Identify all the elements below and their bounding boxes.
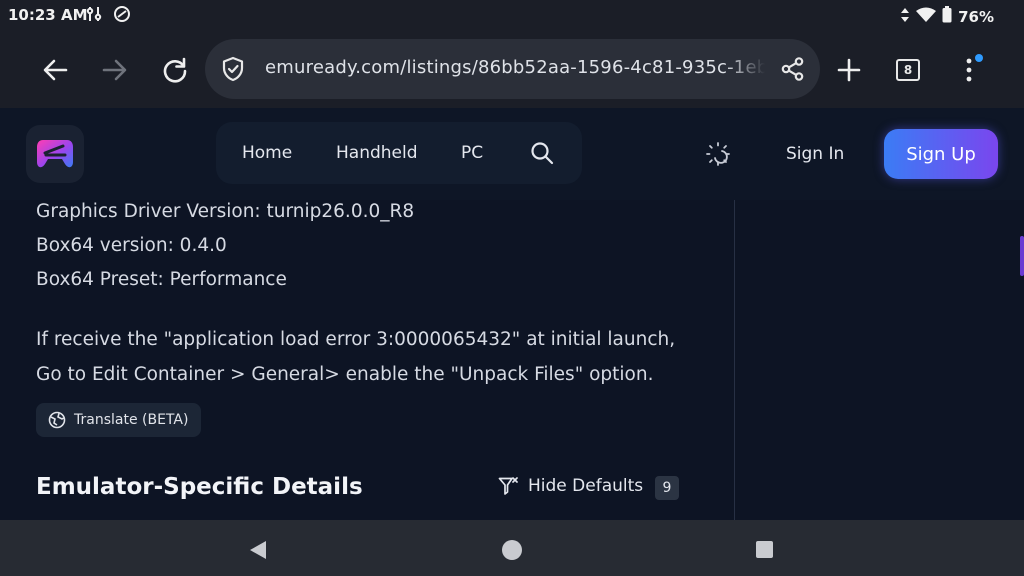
detail-box64-preset: Box64 Preset: Performance <box>36 269 287 290</box>
filter-off-icon <box>498 477 518 495</box>
site-logo[interactable] <box>26 125 84 183</box>
translate-button[interactable]: Translate (BETA) <box>36 403 201 437</box>
system-home-icon[interactable] <box>502 540 522 560</box>
wifi-icon <box>916 7 937 27</box>
reload-icon <box>163 57 187 83</box>
battery-percent: 76% <box>958 7 994 26</box>
vpn-icon <box>113 5 131 27</box>
sign-up-button[interactable]: Sign Up <box>884 129 998 179</box>
tabs-icon[interactable]: 8 <box>896 59 920 81</box>
defaults-count-badge: 9 <box>655 476 679 500</box>
status-bar: 10:23 AM 76% <box>0 0 1024 32</box>
theme-toggle-icon[interactable] <box>705 141 731 171</box>
url-text[interactable]: emuready.com/listings/86bb52aa-1596-4c81… <box>265 57 765 78</box>
plus-icon <box>837 58 861 82</box>
nav-home[interactable]: Home <box>242 143 292 163</box>
scroll-indicator[interactable] <box>1020 236 1024 276</box>
globe-icon <box>48 411 66 429</box>
system-nav-bar <box>0 520 1024 576</box>
main-nav: Home Handheld PC <box>216 122 582 184</box>
system-recents-icon[interactable] <box>756 541 773 558</box>
data-arrows-icon <box>900 7 910 27</box>
hide-defaults-label: Hide Defaults <box>528 476 644 496</box>
section-title: Emulator-Specific Details <box>36 474 363 500</box>
translate-label: Translate (BETA) <box>74 412 189 428</box>
search-icon[interactable] <box>530 141 554 169</box>
share-icon[interactable] <box>780 56 806 86</box>
right-sidebar <box>735 200 1024 520</box>
new-tab-button[interactable] <box>831 52 867 88</box>
browser-toolbar: emuready.com/listings/86bb52aa-1596-4c81… <box>0 32 1024 109</box>
gamepad-logo-icon <box>37 140 73 168</box>
system-back-icon[interactable] <box>249 540 267 564</box>
sliders-icon <box>86 5 102 27</box>
note-line-1: If receive the "application load error 3… <box>36 329 676 350</box>
shield-icon[interactable] <box>221 56 245 86</box>
detail-box64-version: Box64 version: 0.4.0 <box>36 235 227 256</box>
tab-count: 8 <box>903 63 913 77</box>
address-bar[interactable]: emuready.com/listings/86bb52aa-1596-4c81… <box>205 39 820 99</box>
battery-icon <box>942 6 952 27</box>
forward-button[interactable] <box>97 52 133 88</box>
notification-dot <box>975 54 983 62</box>
detail-driver-version: Graphics Driver Version: turnip26.0.0_R8 <box>36 201 415 222</box>
back-button[interactable] <box>37 52 73 88</box>
back-arrow-icon <box>43 59 68 81</box>
status-time: 10:23 AM <box>8 6 88 24</box>
site-header: Home Handheld PC Sign In Sign Up <box>0 108 1024 200</box>
sign-in-link[interactable]: Sign In <box>786 144 844 164</box>
nav-handheld[interactable]: Handheld <box>336 143 418 163</box>
reload-button[interactable] <box>157 52 193 88</box>
hide-defaults-button[interactable]: Hide Defaults <box>498 476 643 496</box>
note-line-2: Go to Edit Container > General> enable t… <box>36 364 654 385</box>
nav-pc[interactable]: PC <box>461 143 483 163</box>
forward-arrow-icon <box>102 59 127 81</box>
